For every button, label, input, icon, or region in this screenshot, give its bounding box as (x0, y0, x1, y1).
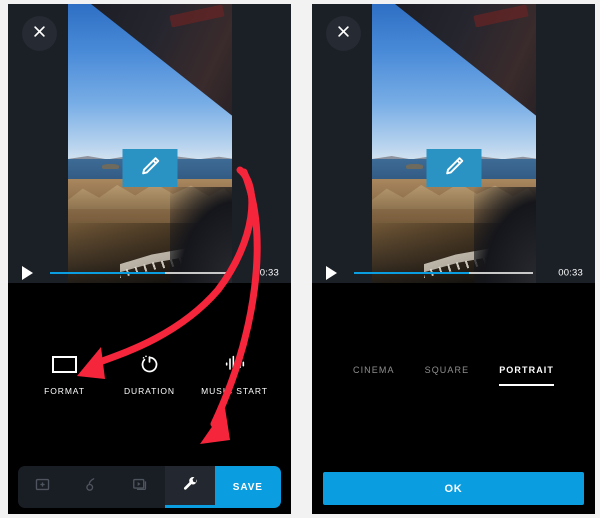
video-frame[interactable] (68, 4, 232, 283)
wrench-icon (182, 476, 199, 498)
format-option-square[interactable]: SQUARE (425, 365, 470, 386)
tab-music[interactable] (67, 466, 116, 508)
tool-music-start-label: MUSIC START (201, 386, 268, 396)
player-controls-right: 00:33 (312, 262, 595, 284)
close-button[interactable] (22, 16, 57, 51)
bottom-tab-bar: SAVE (18, 466, 281, 508)
scrubber-track[interactable] (354, 272, 533, 274)
tab-add-photo[interactable] (18, 466, 67, 508)
video-preview-area: 00:33 (8, 4, 291, 283)
edit-overlay-button[interactable] (122, 149, 178, 187)
lake-islet (406, 164, 423, 169)
play-icon[interactable] (326, 266, 337, 280)
tool-duration[interactable]: DURATION (110, 351, 190, 396)
pencil-icon (443, 155, 465, 182)
left-phone-panel: 00:33 FORMAT DURATION MUSIC START SAVE (8, 4, 291, 514)
play-icon[interactable] (22, 266, 33, 280)
time-label: 00:33 (254, 267, 279, 279)
screenshot-stage: 00:33 FORMAT DURATION MUSIC START SAVE 0… (0, 0, 600, 518)
scrubber-track[interactable] (50, 272, 229, 274)
tab-slideshow[interactable] (116, 466, 165, 508)
tool-duration-label: DURATION (124, 386, 175, 396)
video-still-image-right (372, 4, 536, 283)
audio-waveform-icon (224, 351, 246, 377)
rectangle-frame-icon (52, 351, 77, 377)
tool-music-start[interactable]: MUSIC START (195, 351, 275, 396)
video-frame-right[interactable] (372, 4, 536, 283)
edit-overlay-button-right[interactable] (426, 149, 482, 187)
scrubber-fill (50, 272, 165, 274)
format-option-cinema[interactable]: CINEMA (353, 365, 395, 386)
tab-tools[interactable] (165, 466, 215, 508)
add-photo-icon (34, 476, 51, 498)
tool-format[interactable]: FORMAT (25, 351, 105, 396)
close-icon (32, 24, 47, 44)
video-still-image (68, 4, 232, 283)
stopwatch-power-icon (139, 351, 160, 377)
scrubber-fill (354, 272, 469, 274)
ok-button[interactable]: OK (323, 472, 584, 505)
left-controls-area: FORMAT DURATION MUSIC START SAVE (8, 283, 291, 514)
right-controls-area: CINEMA SQUARE PORTRAIT OK (312, 283, 595, 514)
tool-format-label: FORMAT (44, 386, 85, 396)
slideshow-icon (132, 476, 149, 498)
close-button-right[interactable] (326, 16, 361, 51)
video-preview-area-right: 00:33 (312, 4, 595, 283)
save-button[interactable]: SAVE (214, 466, 281, 508)
lake-islet (102, 164, 119, 169)
time-label: 00:33 (558, 267, 583, 279)
player-controls: 00:33 (8, 262, 291, 284)
music-note-icon (83, 476, 100, 498)
close-icon (336, 24, 351, 44)
format-option-tabs: CINEMA SQUARE PORTRAIT (312, 365, 595, 386)
format-option-portrait[interactable]: PORTRAIT (499, 365, 554, 386)
editing-tools-row: FORMAT DURATION MUSIC START (8, 351, 291, 396)
right-phone-panel: 00:33 CINEMA SQUARE PORTRAIT OK (312, 4, 595, 514)
pencil-icon (139, 155, 161, 182)
